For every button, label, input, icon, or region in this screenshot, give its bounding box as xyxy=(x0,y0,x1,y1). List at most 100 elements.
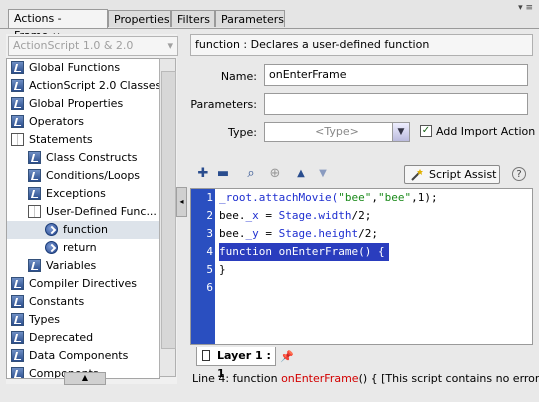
actions-panel-window: Actions - Frame× Properties Filters Para… xyxy=(0,0,539,402)
tree-item-label: Global Properties xyxy=(29,97,124,110)
tree-item[interactable]: function xyxy=(7,221,159,239)
book-icon xyxy=(11,61,24,74)
tree-item[interactable]: Global Properties xyxy=(7,95,159,113)
code-line[interactable]: _root.attachMovie("bee","bee",1); xyxy=(219,189,438,207)
tree-item-label: Exceptions xyxy=(46,187,106,200)
line-number: 4 xyxy=(206,245,213,258)
language-version-value: ActionScript 1.0 & 2.0 xyxy=(13,39,134,52)
tree-item-label: Compiler Directives xyxy=(29,277,138,290)
tree-item-label: Constants xyxy=(29,295,85,308)
code-token: ,1); xyxy=(411,191,438,204)
tree-item[interactable]: Conditions/Loops xyxy=(7,167,159,185)
layer-script-tab[interactable]: Layer 1 : 1 xyxy=(196,347,276,380)
type-select[interactable]: <Type> ▼ xyxy=(264,122,410,142)
code-line[interactable]: function onEnterFrame() { xyxy=(219,243,389,261)
tree-item-label: ActionScript 2.0 Classes xyxy=(29,79,159,92)
code-line[interactable]: bee._y = Stage.height/2; xyxy=(219,225,378,243)
code-token: = xyxy=(258,227,279,240)
find-icon[interactable]: ⌕ xyxy=(242,165,260,183)
book-icon xyxy=(11,277,24,290)
tree-item[interactable]: User-Defined Func... xyxy=(7,203,159,221)
code-line[interactable]: } xyxy=(219,261,226,279)
tree-item[interactable]: Statements xyxy=(7,131,159,149)
plus-icon[interactable]: ✚ xyxy=(194,165,212,183)
tree-item[interactable]: Compiler Directives xyxy=(7,275,159,293)
pin-script-icon[interactable]: 📌 xyxy=(280,350,294,364)
open-book-icon xyxy=(28,205,41,218)
tree-item[interactable]: Exceptions xyxy=(7,185,159,203)
tab-properties[interactable]: Properties xyxy=(108,10,171,27)
arrow-down-icon[interactable]: ▼ xyxy=(314,165,332,183)
book-icon xyxy=(11,79,24,92)
parameters-field[interactable] xyxy=(264,93,528,115)
panel-options-icon[interactable]: ▾ ≡ xyxy=(518,3,533,13)
tree-item[interactable]: Global Functions xyxy=(7,59,159,77)
script-editor[interactable]: 1 2 3 4 5 6 _root.attachMovie("bee","bee",1); b… xyxy=(190,188,533,345)
book-icon xyxy=(11,115,24,128)
arrow-up-icon[interactable]: ▲ xyxy=(292,165,310,183)
line-number: 5 xyxy=(206,263,213,276)
tree-scrollbar[interactable] xyxy=(159,58,176,377)
tree-item-label: Variables xyxy=(46,259,97,272)
code-token: } xyxy=(219,263,226,276)
script-assist-button[interactable]: Script Assist xyxy=(404,165,500,184)
tree-item-label: User-Defined Func... xyxy=(46,205,157,218)
minus-icon[interactable]: ▬ xyxy=(214,165,232,183)
tree-item[interactable]: ActionScript 2.0 Classes xyxy=(7,77,159,95)
code-token: bee. xyxy=(219,227,246,240)
tree-item[interactable]: Variables xyxy=(7,257,159,275)
chevron-down-icon[interactable]: ▼ xyxy=(392,123,409,141)
code-line[interactable]: bee._x = Stage.width/2; xyxy=(219,207,371,225)
add-import-checkbox[interactable]: ✓ xyxy=(420,125,432,137)
language-version-select[interactable]: ActionScript 1.0 & 2.0 ▾ xyxy=(8,36,178,56)
tree-item-label: Deprecated xyxy=(29,331,94,344)
book-icon xyxy=(11,349,24,362)
add-import-label: Add Import Action for xyxy=(436,125,539,138)
help-icon[interactable]: ? xyxy=(512,167,526,181)
tab-parameters-label: Parameters xyxy=(221,13,284,26)
target-icon[interactable]: ⊕ xyxy=(266,165,284,183)
tab-filters[interactable]: Filters xyxy=(171,10,215,27)
action-description: function : Declares a user-defined funct… xyxy=(190,34,533,56)
tree-item[interactable]: return xyxy=(7,239,159,257)
tab-properties-label: Properties xyxy=(114,13,170,26)
book-icon xyxy=(28,169,41,182)
code-token: = xyxy=(258,209,279,222)
frame-icon xyxy=(202,350,210,361)
function-icon xyxy=(45,241,58,254)
parameters-label: Parameters: xyxy=(190,98,257,111)
code-token: Stage.width xyxy=(278,209,352,222)
tree-item[interactable]: Types xyxy=(7,311,159,329)
open-book-icon xyxy=(11,133,24,146)
type-select-value: <Type> xyxy=(315,125,359,138)
status-prefix: Line 4: function xyxy=(192,372,282,385)
tab-actions-frame[interactable]: Actions - Frame× xyxy=(8,9,108,42)
tree-item[interactable]: Class Constructs xyxy=(7,149,159,167)
book-icon xyxy=(11,367,24,378)
scrollbar-thumb[interactable] xyxy=(161,71,176,349)
name-field[interactable]: onEnterFrame xyxy=(264,64,528,86)
tree-item[interactable]: Constants xyxy=(7,293,159,311)
type-label: Type: xyxy=(228,126,257,139)
tree-item[interactable]: Data Components xyxy=(7,347,159,365)
status-function-name: onEnterFrame xyxy=(281,372,359,385)
tree-item[interactable]: Deprecated xyxy=(7,329,159,347)
code-token: "bee" xyxy=(377,191,412,204)
tree-item[interactable]: Operators xyxy=(7,113,159,131)
line-number: 6 xyxy=(206,281,213,294)
tree-item-label: Operators xyxy=(29,115,84,128)
code-token: /2; xyxy=(351,209,372,222)
tree-item-label: Types xyxy=(29,313,60,326)
collapse-toolbox-handle[interactable]: ▲ xyxy=(64,372,106,385)
code-token: Stage.height xyxy=(278,227,359,240)
tree-item-label: Data Components xyxy=(29,349,129,362)
code-token: _root.attachMovie( xyxy=(219,191,339,204)
code-token: "bee" xyxy=(338,191,372,204)
tab-parameters[interactable]: Parameters xyxy=(215,10,285,27)
tree-item-label: Class Constructs xyxy=(46,151,138,164)
book-icon xyxy=(11,313,24,326)
code-token: function onEnterFrame() { xyxy=(219,245,385,258)
book-icon xyxy=(11,295,24,308)
code-token: _y xyxy=(245,227,259,240)
collapse-pane-handle[interactable]: ◂ xyxy=(176,187,187,217)
